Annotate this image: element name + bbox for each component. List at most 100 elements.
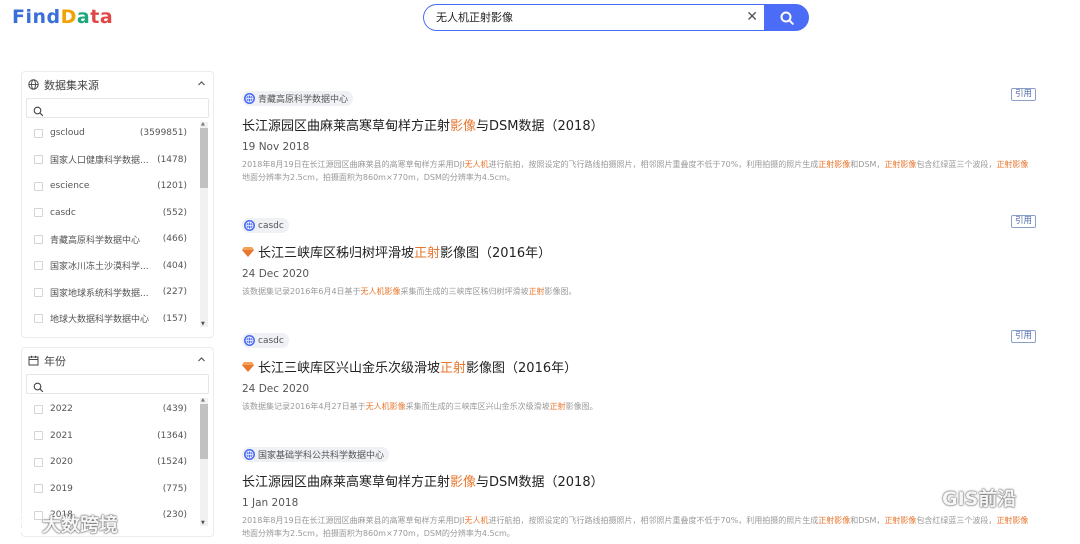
- source-tag[interactable]: casdc: [242, 333, 289, 348]
- logo-part-ta: ta: [90, 6, 114, 28]
- result-item: casdc 引用 长江三峡库区兴山金乐次级滑坡 正射 影像图（2016年） 24 D…: [242, 330, 1042, 413]
- scrollbar-thumb[interactable]: [200, 404, 208, 459]
- logo-part-d: D: [60, 6, 77, 28]
- scroll-up-icon[interactable]: ▲: [201, 122, 205, 127]
- checkbox[interactable]: [34, 261, 43, 271]
- year-filter-search[interactable]: [26, 374, 209, 394]
- result-title[interactable]: 长江三峡库区秭归树坪滑坡 正射 影像图（2016年）: [242, 242, 1042, 261]
- title-text: 长江三峡库区兴山金乐次级滑坡: [258, 361, 441, 376]
- result-title[interactable]: 长江源园区曲麻莱高寒草甸样方正射 影像 与DSM数据（2018）: [242, 115, 1042, 134]
- cite-button[interactable]: 引用: [1010, 330, 1036, 343]
- chevron-up-icon[interactable]: [197, 354, 206, 367]
- list-item-label: escience: [50, 181, 90, 192]
- list-item[interactable]: 青藏高原科学数据中心 (466): [22, 226, 213, 253]
- source-tag-label: 国家基础学科公共科学数据中心: [258, 451, 385, 461]
- scroll-up-icon[interactable]: ▲: [201, 398, 205, 403]
- diamond-icon: [242, 246, 254, 257]
- list-item[interactable]: 2019 (775): [22, 476, 213, 503]
- watermark-right-text: GIS前沿: [942, 488, 1017, 510]
- list-item-label: 2022: [50, 404, 73, 415]
- search-box: ✕: [423, 4, 764, 31]
- source-filter-panel: 数据集来源 gscloud (3599851) 国家人口健康科学数据... (147…: [21, 71, 214, 338]
- desc-text: 采集而生成的三峡库区秭归树坪滑坡: [400, 287, 529, 296]
- list-item-label: 青藏高原科学数据中心: [50, 235, 141, 246]
- checkbox[interactable]: [34, 404, 43, 414]
- logo-part-a: a: [76, 6, 91, 28]
- title-text: 与DSM数据（2018）: [476, 475, 604, 490]
- list-item-count: (3599851): [139, 128, 187, 139]
- result-title[interactable]: 长江三峡库区兴山金乐次级滑坡 正射 影像图（2016年）: [242, 357, 1042, 376]
- checkbox[interactable]: [34, 208, 43, 218]
- list-item[interactable]: 国家冰川冻土沙漠科学... (404): [22, 253, 213, 280]
- title-text: 长江源园区曲麻莱高寒草甸样方正射: [242, 475, 451, 490]
- checkbox[interactable]: [34, 128, 43, 138]
- source-panel-title: 数据集来源: [44, 79, 99, 92]
- result-item: 青藏高原科学数据中心 引用 长江源园区曲麻莱高寒草甸样方正射 影像 与DSM数据（2…: [242, 88, 1042, 184]
- watermark-left: 大数跨境: [8, 510, 118, 537]
- list-item-count: (404): [162, 260, 187, 271]
- search-button[interactable]: [764, 4, 809, 31]
- source-tag-label: casdc: [258, 220, 284, 231]
- title-highlight: 正射: [414, 246, 441, 261]
- source-tag[interactable]: casdc: [242, 218, 289, 233]
- desc-highlight: 无人机: [464, 160, 489, 169]
- scroll-down-icon[interactable]: ▼: [201, 521, 205, 526]
- source-tag[interactable]: 国家基础学科公共科学数据中心: [242, 447, 390, 462]
- list-item[interactable]: casdc (552): [22, 200, 213, 227]
- list-item[interactable]: 2021 (1364): [22, 423, 213, 450]
- desc-text: 2018年8月19日在长江源园区曲麻莱县的高寒草甸样方采用DJI: [242, 160, 465, 169]
- title-text: 影像图（2016年）: [466, 361, 578, 376]
- desc-text: 该数据集记录2016年6月4日基于: [242, 287, 361, 296]
- search-input[interactable]: [436, 5, 736, 29]
- list-item[interactable]: 2022 (439): [22, 396, 213, 423]
- clear-icon[interactable]: ✕: [746, 8, 758, 26]
- checkbox[interactable]: [34, 287, 43, 297]
- list-item[interactable]: 2020 (1524): [22, 449, 213, 476]
- desc-text: 包含红绿蓝三个波段，: [916, 160, 997, 169]
- source-filter-input[interactable]: [47, 101, 207, 115]
- wechat-icon: [899, 484, 934, 510]
- result-description: 该数据集记录2016年4月27日基于无人机影像采集而生成的三峡库区兴山金乐次级滑…: [242, 400, 1032, 413]
- globe-icon: [244, 335, 255, 346]
- year-list-scrollbar[interactable]: ▲ ▼: [200, 398, 208, 526]
- list-item[interactable]: gscloud (3599851): [22, 120, 213, 147]
- scroll-down-icon[interactable]: ▼: [201, 322, 205, 327]
- watermark-left-text: 大数跨境: [42, 514, 119, 536]
- checkbox[interactable]: [34, 314, 43, 324]
- search-icon: [33, 102, 44, 121]
- desc-highlight: 正射影像: [996, 160, 1029, 169]
- checkbox[interactable]: [34, 155, 43, 165]
- result-item: casdc 引用 长江三峡库区秭归树坪滑坡 正射 影像图（2016年） 24 Dec…: [242, 215, 1042, 298]
- desc-text: 进行航拍，按照设定的飞行路线拍摄照片，相邻照片重叠度不低于70%，利用拍摄的照片…: [488, 160, 819, 169]
- list-item-label: 国家人口健康科学数据...: [50, 156, 149, 167]
- checkbox[interactable]: [34, 181, 43, 191]
- list-item-label: 2021: [50, 430, 73, 441]
- checkbox[interactable]: [34, 457, 43, 467]
- checkbox[interactable]: [34, 484, 43, 494]
- desc-highlight: 正射影像: [818, 516, 851, 525]
- list-item[interactable]: escience (1201): [22, 173, 213, 200]
- findata-logo[interactable]: FindData: [12, 6, 113, 28]
- checkbox[interactable]: [34, 431, 43, 441]
- source-list-scrollbar[interactable]: ▲ ▼: [200, 122, 208, 327]
- cite-button[interactable]: 引用: [1010, 215, 1036, 228]
- result-date: 24 Dec 2020: [242, 268, 310, 280]
- source-tag-label: 青藏高原科学数据中心: [258, 95, 349, 105]
- chevron-up-icon[interactable]: [197, 78, 206, 91]
- list-item[interactable]: 国家人口健康科学数据... (1478): [22, 147, 213, 174]
- cite-button[interactable]: 引用: [1010, 88, 1036, 101]
- list-item-count: (1364): [157, 430, 187, 441]
- year-panel-header: 年份: [22, 348, 213, 374]
- checkbox[interactable]: [34, 234, 43, 244]
- list-item-label: 国家地球系统科学数据...: [50, 288, 149, 299]
- result-date: 24 Dec 2020: [242, 383, 310, 395]
- scrollbar-thumb[interactable]: [200, 128, 208, 188]
- source-filter-search[interactable]: [26, 98, 209, 118]
- year-filter-input[interactable]: [47, 377, 207, 391]
- list-item[interactable]: 地球大数据科学数据中心 (157): [22, 306, 213, 333]
- list-item[interactable]: 国家地球系统科学数据... (227): [22, 279, 213, 306]
- source-tag[interactable]: 青藏高原科学数据中心: [242, 91, 354, 106]
- list-item-count: (157): [162, 313, 187, 324]
- globe-icon: [244, 449, 255, 460]
- result-description: 2018年8月19日在长江源园区曲麻莱县的高寒草甸样方采用DJI无人机进行航拍，…: [242, 158, 1032, 184]
